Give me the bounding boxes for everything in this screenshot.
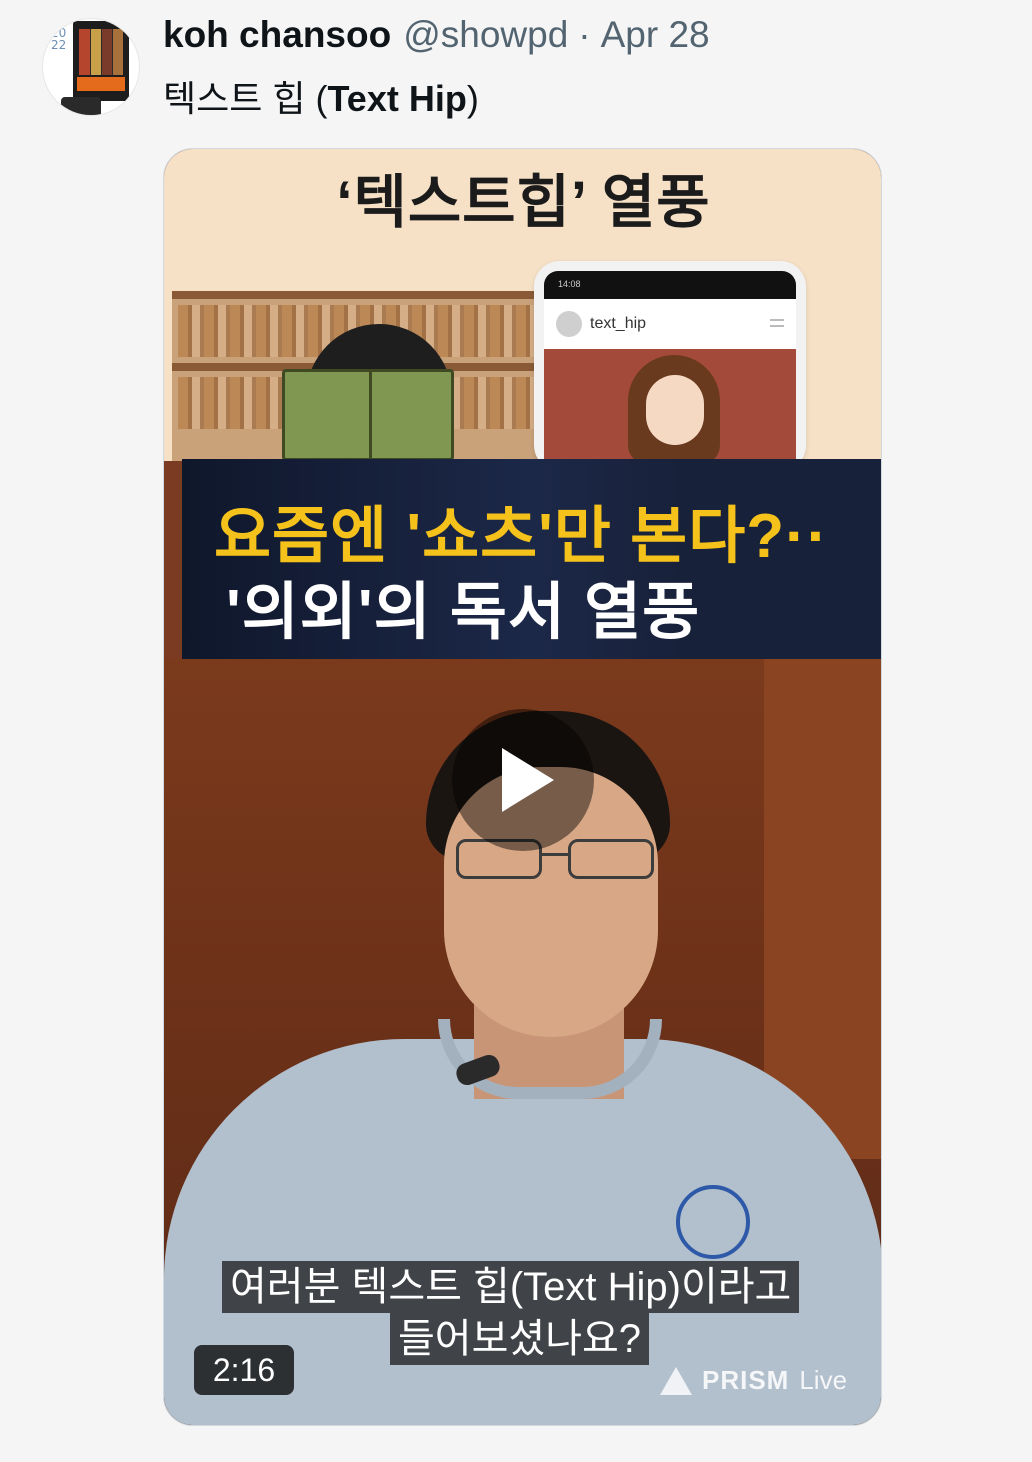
avatar-book-cover [73, 21, 129, 101]
phone-profile: text_hip [556, 311, 646, 337]
subtitle-line1: 여러분 텍스트 힙(Text Hip)이라고 [222, 1261, 800, 1313]
avatar[interactable]: 20 22 [42, 18, 140, 116]
headline-line2: '의외'의 독서 열풍 [226, 578, 701, 647]
tweet-text-english: Text Hip [327, 78, 467, 119]
reader-book [282, 369, 454, 461]
hamburger-icon [770, 319, 784, 327]
play-button[interactable] [452, 709, 594, 851]
shelf-row [172, 291, 552, 299]
sweater-logo [676, 1185, 750, 1259]
headline-overlay: 요즘엔 '쇼츠'만 본다?·· '의외'의 독서 열풍 [182, 459, 881, 659]
prism-brand: PRISM [702, 1365, 790, 1395]
prism-suffix: Live [799, 1365, 848, 1395]
tweet-text-close: ) [466, 78, 479, 119]
phone-username: text_hip [590, 315, 647, 332]
phone-illustration: 14:08 text_hip [534, 261, 806, 471]
phone-girl-face [646, 375, 704, 445]
phone-time: 14:08 [558, 279, 581, 289]
subtitle-line2: 들어보셨나요? [390, 1313, 650, 1365]
tweet-text-korean: 텍스트 힙 ( [163, 78, 328, 119]
video-player[interactable]: ‘텍스트힙’ 열풍 14:08 text_hip 요즘엔 '쇼츠'만 본다?··… [163, 148, 882, 1426]
separator-dot: · [578, 14, 591, 55]
prism-logo-icon [660, 1366, 692, 1395]
tweet-date[interactable]: Apr 28 [601, 14, 710, 56]
avatar-book-band [77, 77, 125, 91]
video-illustration: ‘텍스트힙’ 열풍 14:08 text_hip [164, 149, 881, 471]
illustration-title: ‘텍스트힙’ 열풍 [336, 170, 711, 235]
glasses-icon [456, 839, 654, 879]
tweet-header: koh chansoo @showpd · Apr 28 [163, 14, 710, 62]
prism-watermark: PRISM Live [660, 1365, 847, 1396]
author-name[interactable]: koh chansoo [163, 14, 391, 56]
video-duration-badge: 2:16 [194, 1345, 294, 1395]
avatar-badge [61, 97, 101, 115]
glasses-lens [568, 839, 654, 879]
play-icon [502, 748, 554, 812]
phone-profile-pic [556, 311, 582, 337]
tweet[interactable]: 20 22 koh chansoo @showpd · Apr 28 텍스트 힙… [0, 0, 1032, 1462]
phone-status-bar: 14:08 [544, 271, 796, 299]
avatar-year-text: 20 22 [51, 26, 67, 52]
avatar-book-art [79, 29, 123, 75]
glasses-bridge [542, 853, 568, 856]
tweet-text: 텍스트 힙 (Text Hip) [163, 70, 479, 122]
author-handle[interactable]: @showpd [403, 14, 568, 56]
